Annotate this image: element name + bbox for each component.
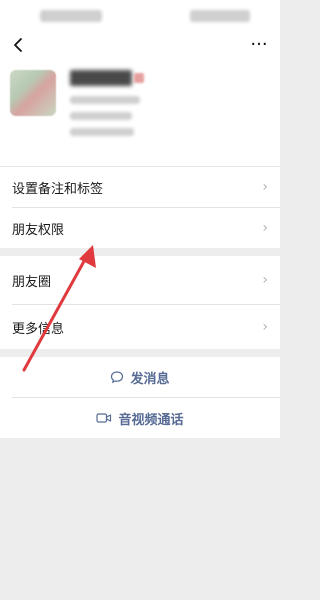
more-icon: ··· bbox=[250, 34, 268, 55]
video-camera-icon bbox=[96, 412, 112, 424]
section-gap bbox=[0, 349, 280, 357]
chevron-right-icon: › bbox=[262, 272, 268, 288]
contact-detail-redacted bbox=[70, 112, 132, 120]
av-call-label: 音视频通话 bbox=[118, 412, 184, 428]
avatar[interactable] bbox=[10, 70, 56, 116]
menu-item-remark-tags[interactable]: 设置备注和标签 › bbox=[0, 167, 280, 207]
more-options-button[interactable]: ··· bbox=[248, 34, 270, 56]
menu-item-label: 朋友权限 bbox=[12, 222, 65, 238]
middle-panel: 朋友圈 › 更多信息 › bbox=[0, 256, 280, 349]
status-bar bbox=[0, 0, 280, 32]
section-gap bbox=[0, 248, 280, 256]
nav-bar: ··· bbox=[0, 32, 280, 60]
back-button[interactable] bbox=[8, 34, 28, 56]
menu-item-label: 设置备注和标签 bbox=[12, 181, 104, 197]
contact-detail-redacted bbox=[70, 96, 140, 104]
menu-item-label: 朋友圈 bbox=[12, 274, 52, 290]
chevron-right-icon: › bbox=[262, 220, 268, 236]
menu-item-moments[interactable]: 朋友圈 › bbox=[0, 256, 280, 304]
send-message-label: 发消息 bbox=[130, 371, 170, 387]
chevron-right-icon: › bbox=[262, 179, 268, 195]
menu-item-label: 更多信息 bbox=[12, 321, 65, 337]
top-panel: ··· 设置备注和标签 › 朋友权限 › bbox=[0, 0, 280, 248]
menu-item-friend-permissions[interactable]: 朋友权限 › bbox=[0, 208, 280, 248]
contact-detail-redacted bbox=[70, 128, 134, 136]
chat-bubble-icon bbox=[110, 370, 124, 384]
av-call-button[interactable]: 音视频通话 bbox=[0, 398, 280, 438]
gender-icon bbox=[134, 73, 144, 83]
send-message-button[interactable]: 发消息 bbox=[0, 357, 280, 397]
menu-item-more-info[interactable]: 更多信息 › bbox=[0, 305, 280, 349]
back-icon bbox=[14, 38, 22, 52]
chevron-right-icon: › bbox=[262, 319, 268, 335]
actions-panel: 发消息 音视频通话 bbox=[0, 357, 280, 438]
contact-name-redacted bbox=[70, 70, 132, 86]
contact-profile bbox=[0, 60, 280, 166]
